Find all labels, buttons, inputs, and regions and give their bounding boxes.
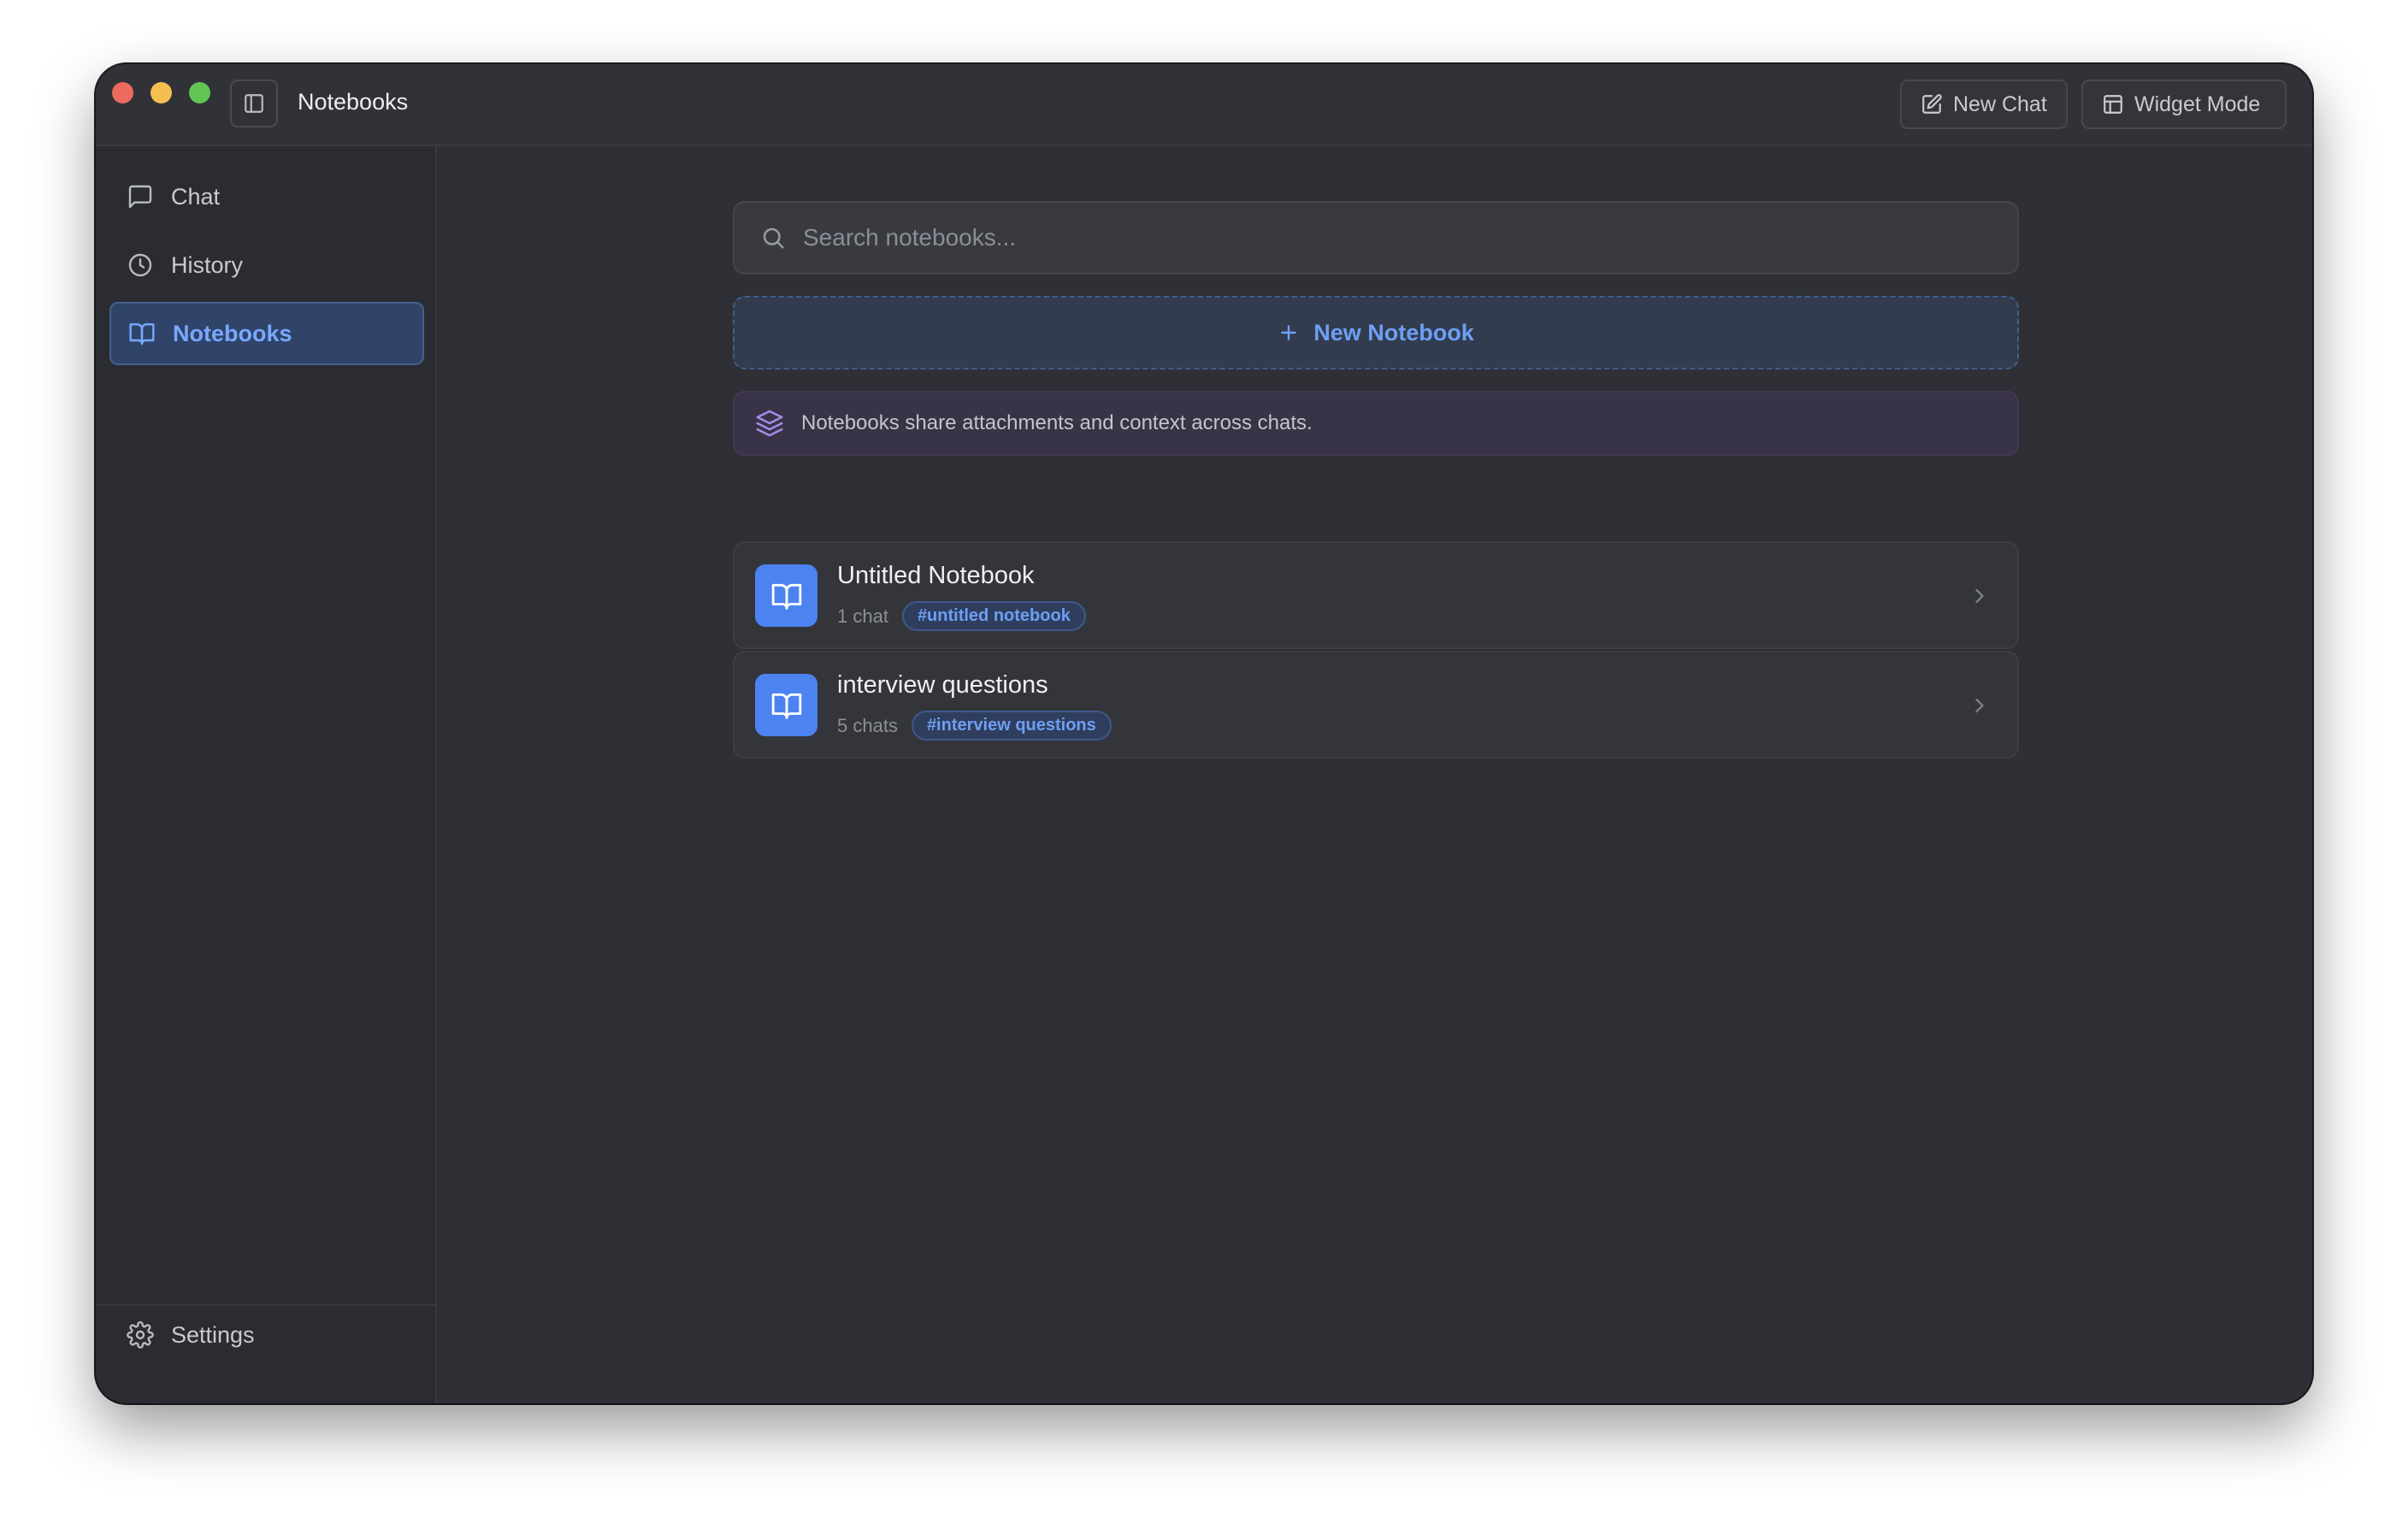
minimize-window-button[interactable] bbox=[150, 82, 172, 103]
new-chat-button[interactable]: New Chat bbox=[1900, 80, 2068, 129]
notebook-title: Untitled Notebook bbox=[837, 562, 1035, 589]
notebook-chat-count: 5 chats bbox=[837, 714, 898, 736]
app-window: Notebooks New Chat Widget Mode Chat Hist… bbox=[96, 64, 2312, 1403]
sidebar-item-label: Chat bbox=[171, 183, 221, 210]
gear-icon bbox=[127, 1321, 154, 1349]
layers-icon bbox=[756, 410, 783, 437]
sidebar-toggle-icon bbox=[245, 94, 263, 113]
info-text: Notebooks share attachments and context … bbox=[801, 411, 1313, 434]
notebook-title: interview questions bbox=[837, 671, 1048, 699]
main-content: New Notebook Notebooks share attachments… bbox=[437, 146, 2312, 1403]
new-chat-label: New Chat bbox=[1953, 92, 2047, 116]
sidebar-item-chat[interactable]: Chat bbox=[109, 165, 424, 228]
notebook-meta: 5 chats #interview questions bbox=[837, 711, 1112, 741]
sidebar: Chat History Notebooks Settings bbox=[96, 146, 437, 1403]
book-open-icon bbox=[771, 693, 801, 719]
notebook-tag: #untitled notebook bbox=[901, 601, 1086, 631]
widget-mode-label: Widget Mode bbox=[2134, 92, 2261, 116]
notebook-card[interactable]: interview questions 5 chats #interview q… bbox=[733, 651, 2019, 759]
book-open-icon bbox=[129, 323, 155, 345]
layout-icon bbox=[2104, 95, 2122, 114]
plus-icon bbox=[1281, 325, 1297, 340]
notebook-card[interactable]: Untitled Notebook 1 chat #untitled noteb… bbox=[733, 541, 2019, 649]
sidebar-item-notebooks[interactable]: Notebooks bbox=[109, 302, 424, 365]
sidebar-toggle-button[interactable] bbox=[230, 80, 278, 127]
sidebar-item-label: History bbox=[171, 251, 244, 278]
close-window-button[interactable] bbox=[112, 82, 133, 103]
title-bar: Notebooks New Chat Widget Mode bbox=[96, 64, 2312, 146]
widget-mode-button[interactable]: Widget Mode bbox=[2081, 80, 2287, 129]
settings-label: Settings bbox=[171, 1321, 255, 1348]
chevron-right-icon bbox=[1975, 698, 1984, 713]
new-notebook-button[interactable]: New Notebook bbox=[733, 296, 2019, 369]
sidebar-item-history[interactable]: History bbox=[109, 233, 424, 297]
search-icon bbox=[763, 227, 784, 249]
notebook-chat-count: 1 chat bbox=[837, 605, 888, 627]
window-title: Notebooks bbox=[298, 89, 409, 115]
notebook-icon-tile bbox=[755, 674, 817, 736]
notebook-icon-tile bbox=[755, 564, 817, 627]
notebook-meta: 1 chat #untitled notebook bbox=[837, 601, 1086, 631]
clock-icon bbox=[128, 253, 152, 277]
search-box[interactable] bbox=[733, 201, 2019, 275]
new-notebook-label: New Notebook bbox=[1313, 319, 1474, 345]
book-open-icon bbox=[771, 583, 801, 610]
notebook-tag: #interview questions bbox=[911, 711, 1112, 741]
maximize-window-button[interactable] bbox=[189, 82, 210, 103]
search-input[interactable] bbox=[801, 223, 1916, 252]
info-banner: Notebooks share attachments and context … bbox=[733, 391, 2019, 456]
edit-icon bbox=[1922, 94, 1942, 114]
sidebar-item-label: Notebooks bbox=[173, 320, 292, 346]
chevron-right-icon bbox=[1975, 588, 1984, 604]
sidebar-item-settings[interactable]: Settings bbox=[109, 1303, 424, 1367]
chat-bubble-icon bbox=[128, 185, 152, 209]
